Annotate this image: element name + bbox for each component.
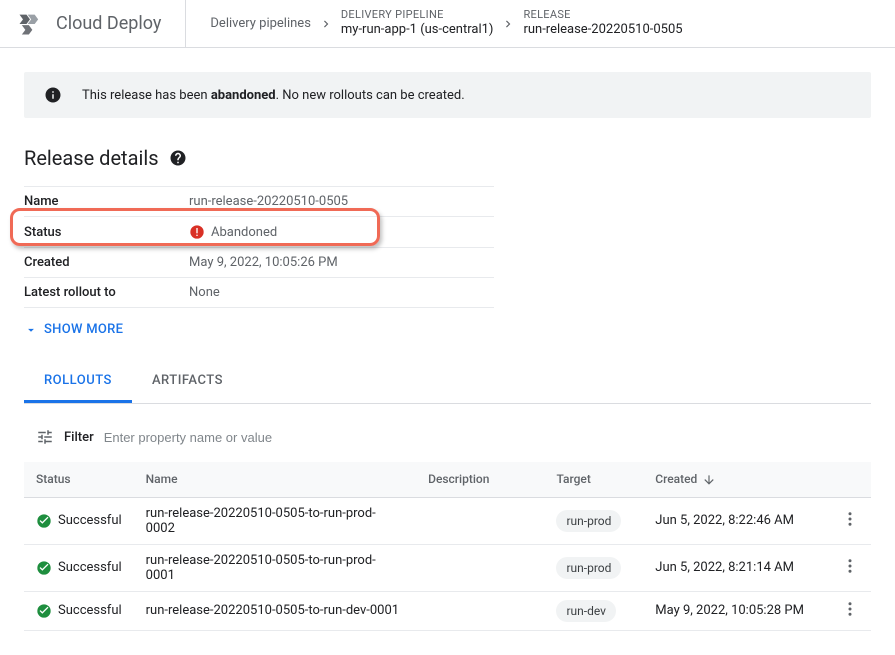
success-icon	[36, 560, 52, 576]
cell-description	[416, 497, 544, 544]
cell-description	[416, 591, 544, 630]
show-more-label: SHOW MORE	[44, 322, 123, 337]
cell-target: run-dev	[544, 591, 643, 630]
cell-name[interactable]: run-release-20220510-0505-to-run-dev-000…	[134, 591, 416, 630]
rollouts-table: Status Name Description Target Created S…	[24, 462, 871, 631]
chevron-right-icon	[501, 17, 515, 31]
cell-name[interactable]: run-release-20220510-0505-to-run-prod-00…	[134, 497, 416, 544]
cell-description	[416, 544, 544, 591]
detail-label: Name	[24, 187, 189, 217]
status-text: Successful	[58, 513, 122, 528]
cloud-deploy-logo-icon	[16, 10, 44, 38]
page-title: Release details	[24, 146, 159, 170]
product-name: Cloud Deploy	[56, 13, 161, 34]
banner-text-prefix: This release has been	[82, 88, 211, 103]
cell-name[interactable]: run-release-20220510-0505-to-run-prod-00…	[134, 544, 416, 591]
arrow-down-icon	[702, 473, 716, 487]
cell-created: Jun 5, 2022, 8:22:46 AM	[643, 497, 829, 544]
col-header-menu	[829, 462, 871, 497]
cell-status: Successful	[24, 497, 134, 544]
filter-input[interactable]	[104, 430, 859, 445]
detail-row-created: Created May 9, 2022, 10:05:26 PM	[24, 248, 494, 278]
detail-row-latest: Latest rollout to None	[24, 278, 494, 308]
chevron-right-icon	[319, 17, 333, 31]
col-header-name[interactable]: Name	[134, 462, 416, 497]
filter-icon[interactable]	[36, 428, 54, 446]
more-vert-icon[interactable]	[841, 557, 859, 575]
detail-row-status: Status Abandoned	[24, 217, 494, 248]
filter-bar: Filter	[24, 420, 871, 454]
cell-target: run-prod	[544, 544, 643, 591]
breadcrumb-release: RELEASE run-release-20220510-0505	[523, 8, 682, 39]
target-pill: run-prod	[556, 510, 621, 532]
help-icon[interactable]	[169, 149, 187, 167]
detail-label: Status	[24, 217, 189, 248]
error-icon	[189, 224, 205, 240]
tab-artifacts[interactable]: ARTIFACTS	[132, 361, 243, 403]
chevron-down-icon	[24, 323, 38, 337]
cell-menu	[829, 591, 871, 630]
main-content: This release has been abandoned. No new …	[0, 48, 895, 655]
cell-status: Successful	[24, 544, 134, 591]
col-header-created-text: Created	[655, 472, 697, 486]
cell-menu	[829, 544, 871, 591]
app-header: Cloud Deploy Delivery pipelines DELIVERY…	[0, 0, 895, 48]
detail-value: run-release-20220510-0505	[189, 187, 494, 217]
table-row: Successful run-release-20220510-0505-to-r…	[24, 544, 871, 591]
status-text: Abandoned	[211, 225, 277, 240]
col-header-description[interactable]: Description	[416, 462, 544, 497]
breadcrumb-release-label: RELEASE	[523, 8, 682, 22]
show-more-toggle[interactable]: SHOW MORE	[24, 322, 871, 337]
tabs: ROLLOUTS ARTIFACTS	[24, 361, 871, 404]
col-header-target[interactable]: Target	[544, 462, 643, 497]
breadcrumb-pipeline-label: DELIVERY PIPELINE	[341, 8, 494, 22]
more-vert-icon[interactable]	[841, 510, 859, 528]
table-row: Successful run-release-20220510-0505-to-r…	[24, 591, 871, 630]
details-table: Name run-release-20220510-0505 Status Ab…	[24, 186, 494, 308]
detail-label: Created	[24, 248, 189, 278]
target-pill: run-dev	[556, 600, 616, 622]
detail-label: Latest rollout to	[24, 278, 189, 308]
breadcrumb-pipeline-value: my-run-app-1 (us-central1)	[341, 22, 494, 39]
info-banner: This release has been abandoned. No new …	[24, 72, 871, 118]
cell-created: Jun 5, 2022, 8:21:14 AM	[643, 544, 829, 591]
cell-created: May 9, 2022, 10:05:28 PM	[643, 591, 829, 630]
breadcrumb: Delivery pipelines DELIVERY PIPELINE my-…	[186, 8, 682, 39]
info-icon	[44, 86, 62, 104]
detail-value: Abandoned	[189, 217, 494, 248]
status-text: Successful	[58, 603, 122, 618]
breadcrumb-pipeline[interactable]: DELIVERY PIPELINE my-run-app-1 (us-centr…	[341, 8, 494, 39]
breadcrumb-link-pipelines[interactable]: Delivery pipelines	[210, 16, 311, 31]
table-row: Successful run-release-20220510-0505-to-r…	[24, 497, 871, 544]
breadcrumb-release-value: run-release-20220510-0505	[523, 22, 682, 39]
cell-menu	[829, 497, 871, 544]
filter-label: Filter	[64, 430, 94, 445]
section-header: Release details	[24, 146, 871, 170]
tab-rollouts[interactable]: ROLLOUTS	[24, 361, 132, 403]
product-identity: Cloud Deploy	[16, 0, 186, 47]
banner-text-bold: abandoned	[211, 88, 276, 103]
cell-target: run-prod	[544, 497, 643, 544]
target-pill: run-prod	[556, 557, 621, 579]
more-vert-icon[interactable]	[841, 600, 859, 618]
col-header-created[interactable]: Created	[643, 462, 829, 497]
cell-status: Successful	[24, 591, 134, 630]
status-text: Successful	[58, 560, 122, 575]
col-header-status[interactable]: Status	[24, 462, 134, 497]
banner-text-suffix: . No new rollouts can be created.	[276, 88, 465, 103]
success-icon	[36, 603, 52, 619]
banner-text: This release has been abandoned. No new …	[82, 88, 465, 103]
detail-row-name: Name run-release-20220510-0505	[24, 187, 494, 217]
detail-value: None	[189, 278, 494, 308]
success-icon	[36, 513, 52, 529]
detail-value: May 9, 2022, 10:05:26 PM	[189, 248, 494, 278]
